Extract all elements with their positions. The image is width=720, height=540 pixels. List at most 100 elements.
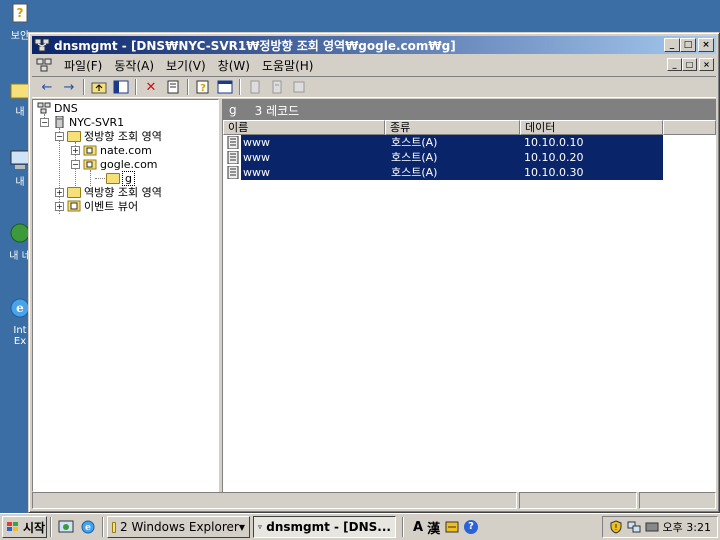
column-header-name[interactable]: 이름 (223, 120, 385, 135)
help-document-icon: ? (12, 3, 28, 23)
export-list-button[interactable] (162, 77, 184, 97)
network-icon[interactable] (627, 520, 641, 534)
taskbar-button-explorer[interactable]: 2 Windows Explorer ▼ (107, 516, 250, 538)
mdi-minimize-button[interactable]: _ (667, 58, 682, 71)
tree-node-forward-zones[interactable]: − 정방향 조회 영역 (55, 129, 162, 143)
properties-button[interactable]: ? (192, 77, 214, 97)
ime-mode-button[interactable]: A (413, 520, 423, 535)
svg-text:!: ! (614, 523, 617, 532)
minimize-button[interactable]: _ (664, 38, 680, 52)
dns-app-icon (34, 38, 50, 52)
mmc-document-icon[interactable] (36, 57, 52, 73)
zone-icon (83, 145, 97, 156)
start-button[interactable]: 시작 (2, 516, 47, 538)
host-record-icon (227, 151, 239, 164)
clock[interactable]: 오후 3:21 (663, 519, 711, 535)
status-bar (32, 492, 716, 509)
menu-view[interactable]: 보기(V) (160, 57, 212, 74)
console-tree-icon (113, 80, 129, 94)
caption-buttons: _ □ × (664, 38, 714, 52)
taskbar-button-dnsmgmt[interactable]: dnsmgmt - [DNS... (253, 516, 396, 538)
menu-file[interactable]: 파일(F) (58, 57, 108, 74)
console-tree[interactable]: DNS − NYC-SVR1 − 정방향 조회 영역 + nate.com − … (32, 99, 219, 492)
svg-text:e: e (85, 523, 91, 533)
ime-hanja-button[interactable]: 漢 (427, 518, 440, 537)
system-tray: ! 오후 3:21 (601, 516, 718, 538)
table-row[interactable]: www 호스트(A) 10.10.0.20 (223, 150, 716, 165)
column-header-type[interactable]: 종류 (385, 120, 520, 135)
title-bar[interactable]: dnsmgmt - [DNS₩NYC-SVR1₩정방향 조회 영역₩gogle.… (32, 36, 716, 54)
menu-window[interactable]: 창(W) (212, 57, 256, 74)
record-name: www (241, 165, 385, 180)
mdi-close-button[interactable]: × (699, 58, 714, 71)
expand-toggle[interactable]: + (55, 201, 64, 211)
quicklaunch-show-desktop[interactable] (57, 518, 75, 536)
mdi-restore-button[interactable]: □ (682, 58, 697, 71)
collapse-toggle[interactable]: − (71, 159, 80, 169)
quicklaunch-internet-explorer[interactable]: e (79, 518, 97, 536)
tree-node-zone-gogle[interactable]: − gogle.com (71, 157, 158, 171)
show-hide-tree-button[interactable] (110, 77, 132, 97)
record-icon (293, 81, 305, 93)
tree-node-zone-nate[interactable]: + nate.com (71, 143, 152, 157)
new-alias-button[interactable] (266, 77, 288, 97)
svg-text:e: e (16, 301, 24, 315)
expand-toggle[interactable]: + (55, 187, 64, 197)
tree-node-subdomain-g[interactable]: g (106, 170, 135, 186)
close-button[interactable]: × (698, 38, 714, 52)
dns-app-icon (258, 525, 263, 529)
quicklaunch-separator (102, 517, 104, 537)
table-row[interactable]: www 호스트(A) 10.10.0.30 (223, 165, 716, 180)
tree-label: gogle.com (100, 157, 158, 171)
svg-text:?: ? (17, 6, 24, 20)
collapse-toggle[interactable]: − (55, 131, 64, 141)
security-shield-icon[interactable]: ! (609, 520, 623, 534)
up-one-level-button[interactable] (88, 77, 110, 97)
toolbar-separator (239, 79, 241, 95)
svg-text:?: ? (200, 83, 206, 94)
record-data: 10.10.0.10 (520, 135, 663, 150)
collapse-toggle[interactable]: − (40, 117, 49, 127)
tree-node-event-viewer[interactable]: + 이벤트 뷰어 (55, 199, 138, 213)
result-header: g 3 레코드 (223, 100, 716, 120)
record-icon (272, 80, 282, 94)
new-host-button[interactable] (244, 77, 266, 97)
back-button[interactable]: ← (36, 77, 58, 97)
volume-icon[interactable] (645, 520, 659, 534)
export-list-icon (167, 80, 179, 94)
record-type: 호스트(A) (385, 165, 520, 180)
forward-button[interactable]: → (58, 77, 80, 97)
column-headers: 이름 종류 데이터 (223, 120, 716, 135)
tree-label: nate.com (100, 143, 152, 157)
column-header-data[interactable]: 데이터 (520, 120, 663, 135)
tree-node-reverse-zones[interactable]: + 역방향 조회 영역 (55, 185, 162, 199)
maximize-button[interactable]: □ (680, 38, 696, 52)
ime-options-icon[interactable] (444, 519, 460, 535)
table-row[interactable]: www 호스트(A) 10.10.0.10 (223, 135, 716, 150)
help-pane-icon (217, 80, 233, 94)
properties-icon: ? (196, 80, 209, 94)
result-pane: g 3 레코드 이름 종류 데이터 www 호스트(A) 10.10.0.10 … (222, 99, 716, 492)
start-label: 시작 (23, 520, 46, 535)
help-button[interactable] (214, 77, 236, 97)
tree-label: g (122, 170, 135, 186)
record-data: 10.10.0.30 (520, 165, 663, 180)
help-circle-icon[interactable]: ? (464, 520, 479, 534)
status-panel (519, 492, 637, 509)
tree-node-dns[interactable]: DNS (37, 101, 78, 115)
expand-toggle[interactable]: + (71, 145, 80, 155)
new-mail-exchanger-button[interactable] (288, 77, 310, 97)
folder-icon (67, 130, 81, 142)
server-icon (55, 116, 64, 128)
result-header-count: 3 레코드 (254, 103, 300, 118)
result-header-name: g (229, 103, 237, 117)
tree-node-server[interactable]: − NYC-SVR1 (40, 115, 124, 129)
record-type: 호스트(A) (385, 135, 520, 150)
event-viewer-icon (67, 200, 81, 212)
menu-action[interactable]: 동작(A) (108, 57, 160, 74)
menu-help[interactable]: 도움말(H) (256, 57, 320, 74)
delete-button[interactable]: ✕ (140, 77, 162, 97)
host-record-icon (227, 166, 239, 179)
window-title: dnsmgmt - [DNS₩NYC-SVR1₩정방향 조회 영역₩gogle.… (54, 38, 456, 53)
tree-label: NYC-SVR1 (69, 115, 125, 129)
